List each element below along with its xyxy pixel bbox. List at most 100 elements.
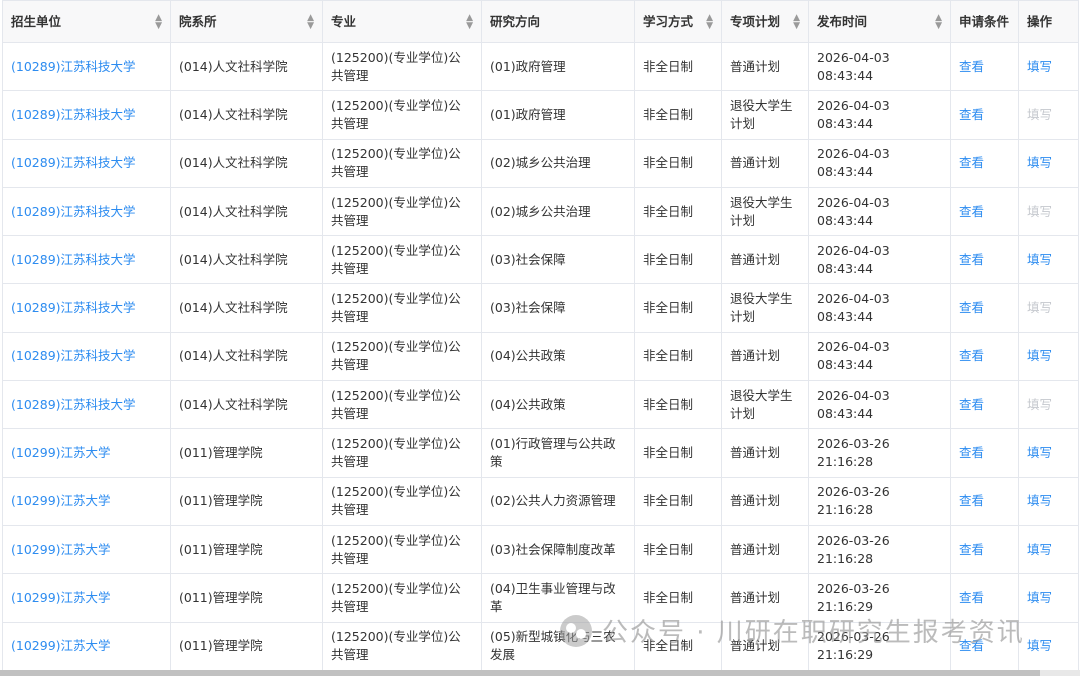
table-row: (10289)江苏科技大学 (014)人文社科学院 (125200)(专业学位)公共… xyxy=(2,331,1079,382)
fill-action-link[interactable]: 填写 xyxy=(1018,41,1079,92)
mode-cell: 非全日制 xyxy=(634,235,722,285)
plan-cell: 退役大学生计划 xyxy=(721,283,809,333)
dept-cell: (014)人文社科学院 xyxy=(170,283,323,333)
fill-action-link[interactable]: 填写 xyxy=(1018,621,1079,671)
unit-link[interactable]: (10299)江苏大学 xyxy=(2,621,171,671)
col-time-header[interactable]: 发布时间 ▲ ▼ xyxy=(808,0,951,43)
table-row: (10299)江苏大学 (011)管理学院 (125200)(专业学位)公共管理 (0… xyxy=(2,524,1079,575)
direction-cell: (02)城乡公共治理 xyxy=(481,186,635,237)
view-conditions-link[interactable]: 查看 xyxy=(950,186,1019,237)
unit-link[interactable]: (10289)江苏科技大学 xyxy=(2,90,171,140)
col-major-header[interactable]: 专业 ▲ ▼ xyxy=(322,0,482,43)
view-conditions-link[interactable]: 查看 xyxy=(950,283,1019,333)
major-cell: (125200)(专业学位)公共管理 xyxy=(322,621,482,671)
horizontal-scrollbar[interactable] xyxy=(0,670,1080,676)
major-cell: (125200)(专业学位)公共管理 xyxy=(322,90,482,140)
mode-cell: 非全日制 xyxy=(634,331,722,382)
major-cell: (125200)(专业学位)公共管理 xyxy=(322,41,482,92)
col-action-header: 操作 xyxy=(1018,0,1079,43)
col-mode-header[interactable]: 学习方式 ▲ ▼ xyxy=(634,0,722,43)
unit-link[interactable]: (10299)江苏大学 xyxy=(2,573,171,623)
unit-link[interactable]: (10289)江苏科技大学 xyxy=(2,186,171,237)
dept-cell: (014)人文社科学院 xyxy=(170,235,323,285)
unit-link[interactable]: (10289)江苏科技大学 xyxy=(2,41,171,92)
dept-cell: (011)管理学院 xyxy=(170,428,323,478)
fill-action-link[interactable]: 填写 xyxy=(1018,524,1079,575)
time-cell: 2026-04-03 08:43:44 xyxy=(808,380,951,430)
fill-action-link: 填写 xyxy=(1018,283,1079,333)
fill-action-link[interactable]: 填写 xyxy=(1018,235,1079,285)
view-conditions-link[interactable]: 查看 xyxy=(950,41,1019,92)
direction-cell: (02)公共人力资源管理 xyxy=(481,476,635,526)
view-conditions-link[interactable]: 查看 xyxy=(950,428,1019,478)
unit-link[interactable]: (10289)江苏科技大学 xyxy=(2,331,171,382)
time-cell: 2026-04-03 08:43:44 xyxy=(808,186,951,237)
view-conditions-link[interactable]: 查看 xyxy=(950,90,1019,140)
program-table: 招生单位 ▲ ▼ 院系所 ▲ ▼ 专业 ▲ ▼ 研究方向 学习方式 ▲ ▼ 专项计划 ▲ ▼ 发布时… xyxy=(2,0,1079,671)
major-cell: (125200)(专业学位)公共管理 xyxy=(322,573,482,623)
direction-cell: (03)社会保障 xyxy=(481,283,635,333)
plan-cell: 普通计划 xyxy=(721,138,809,188)
view-conditions-link[interactable]: 查看 xyxy=(950,524,1019,575)
plan-cell: 普通计划 xyxy=(721,476,809,526)
fill-action-link[interactable]: 填写 xyxy=(1018,573,1079,623)
unit-link[interactable]: (10289)江苏科技大学 xyxy=(2,380,171,430)
sort-icon[interactable]: ▲ ▼ xyxy=(155,13,162,30)
time-cell: 2026-03-26 21:16:28 xyxy=(808,524,951,575)
watermark: 公众号 · 川研在职研究生报考资讯 xyxy=(560,612,1025,649)
mode-cell: 非全日制 xyxy=(634,90,722,140)
dept-cell: (011)管理学院 xyxy=(170,621,323,671)
plan-cell: 普通计划 xyxy=(721,331,809,382)
col-plan-header[interactable]: 专项计划 ▲ ▼ xyxy=(721,0,809,43)
fill-action-link: 填写 xyxy=(1018,380,1079,430)
sort-icon[interactable]: ▲ ▼ xyxy=(706,13,713,30)
table-row: (10289)江苏科技大学 (014)人文社科学院 (125200)(专业学位)公共… xyxy=(2,235,1079,285)
time-cell: 2026-04-03 08:43:44 xyxy=(808,331,951,382)
table-row: (10289)江苏科技大学 (014)人文社科学院 (125200)(专业学位)公共… xyxy=(2,380,1079,430)
scrollbar-thumb[interactable] xyxy=(0,670,1040,676)
fill-action-link[interactable]: 填写 xyxy=(1018,331,1079,382)
fill-action-link[interactable]: 填写 xyxy=(1018,428,1079,478)
unit-link[interactable]: (10299)江苏大学 xyxy=(2,524,171,575)
direction-cell: (03)社会保障 xyxy=(481,235,635,285)
fill-action-link[interactable]: 填写 xyxy=(1018,138,1079,188)
view-conditions-link[interactable]: 查看 xyxy=(950,138,1019,188)
unit-link[interactable]: (10289)江苏科技大学 xyxy=(2,283,171,333)
col-dept-header[interactable]: 院系所 ▲ ▼ xyxy=(170,0,323,43)
mode-cell: 非全日制 xyxy=(634,138,722,188)
time-cell: 2026-03-26 21:16:28 xyxy=(808,428,951,478)
mode-cell: 非全日制 xyxy=(634,380,722,430)
major-cell: (125200)(专业学位)公共管理 xyxy=(322,186,482,237)
table-header-row: 招生单位 ▲ ▼ 院系所 ▲ ▼ 专业 ▲ ▼ 研究方向 学习方式 ▲ ▼ 专项计划 ▲ ▼ 发布时… xyxy=(2,0,1079,43)
time-cell: 2026-04-03 08:43:44 xyxy=(808,138,951,188)
sort-icon[interactable]: ▲ ▼ xyxy=(466,13,473,30)
plan-cell: 普通计划 xyxy=(721,235,809,285)
view-conditions-link[interactable]: 查看 xyxy=(950,476,1019,526)
unit-link[interactable]: (10289)江苏科技大学 xyxy=(2,138,171,188)
table-row: (10299)江苏大学 (011)管理学院 (125200)(专业学位)公共管理 (0… xyxy=(2,428,1079,478)
view-conditions-link[interactable]: 查看 xyxy=(950,235,1019,285)
sort-icon[interactable]: ▲ ▼ xyxy=(793,13,800,30)
dept-cell: (014)人文社科学院 xyxy=(170,138,323,188)
time-cell: 2026-04-03 08:43:44 xyxy=(808,41,951,92)
sort-icon[interactable]: ▲ ▼ xyxy=(307,13,314,30)
mode-cell: 非全日制 xyxy=(634,524,722,575)
plan-cell: 退役大学生计划 xyxy=(721,380,809,430)
major-cell: (125200)(专业学位)公共管理 xyxy=(322,138,482,188)
unit-link[interactable]: (10299)江苏大学 xyxy=(2,476,171,526)
direction-cell: (04)公共政策 xyxy=(481,331,635,382)
major-cell: (125200)(专业学位)公共管理 xyxy=(322,380,482,430)
view-conditions-link[interactable]: 查看 xyxy=(950,380,1019,430)
unit-link[interactable]: (10299)江苏大学 xyxy=(2,428,171,478)
unit-link[interactable]: (10289)江苏科技大学 xyxy=(2,235,171,285)
plan-cell: 退役大学生计划 xyxy=(721,90,809,140)
fill-action-link[interactable]: 填写 xyxy=(1018,476,1079,526)
col-unit-header[interactable]: 招生单位 ▲ ▼ xyxy=(2,0,171,43)
sort-icon[interactable]: ▲ ▼ xyxy=(935,13,942,30)
mode-cell: 非全日制 xyxy=(634,41,722,92)
dept-cell: (014)人文社科学院 xyxy=(170,186,323,237)
time-cell: 2026-04-03 08:43:44 xyxy=(808,90,951,140)
mode-cell: 非全日制 xyxy=(634,283,722,333)
mode-cell: 非全日制 xyxy=(634,428,722,478)
view-conditions-link[interactable]: 查看 xyxy=(950,331,1019,382)
